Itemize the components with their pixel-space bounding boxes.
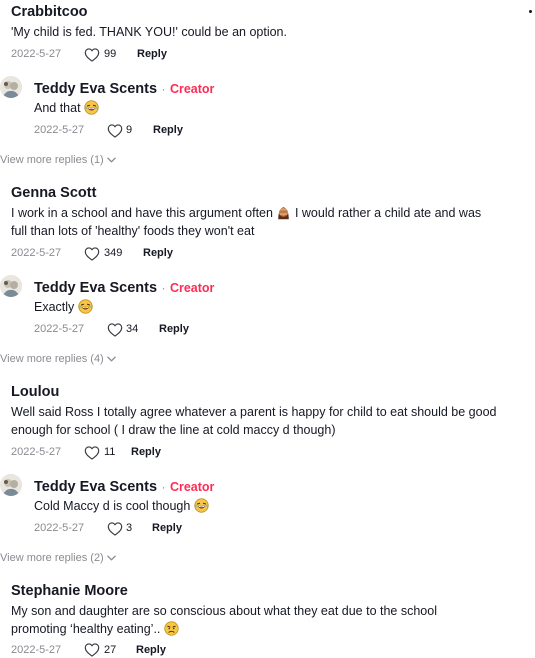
like-count: 3 (126, 522, 133, 534)
heart-icon[interactable] (84, 643, 100, 657)
reply-text-content: Exactly (34, 300, 75, 314)
laughing-emoji-icon (78, 299, 93, 314)
reply-date: 2022-5-27 (34, 323, 85, 335)
chevron-down-icon (107, 555, 116, 561)
disappointed-emoji-icon (164, 621, 179, 636)
view-more-label: View more replies (2) (0, 552, 104, 564)
comment-text-line: full than lots of 'healthy' foods they w… (11, 224, 255, 238)
reply-author-line: Teddy Eva Scents · Creator (34, 279, 214, 297)
comment-author[interactable]: Stephanie Moore (11, 583, 128, 599)
comment-date: 2022-5-27 (11, 247, 62, 259)
heart-icon[interactable] (107, 522, 123, 536)
reply-button[interactable]: Reply (153, 124, 183, 136)
comment-author[interactable]: Crabbitcoo (11, 4, 88, 20)
reply-author-line: Teddy Eva Scents · Creator (34, 80, 214, 98)
separator-dot: · (161, 281, 166, 295)
reply-button[interactable]: Reply (143, 247, 173, 259)
reply-text: Exactly (34, 298, 93, 316)
view-more-label: View more replies (4) (0, 353, 104, 365)
reply-author[interactable]: Teddy Eva Scents (34, 280, 157, 296)
comment-text-line: My son and daughter are so conscious abo… (11, 604, 437, 618)
comment-author[interactable]: Loulou (11, 384, 59, 400)
laughing-emoji-icon (84, 100, 99, 115)
creator-badge: Creator (169, 82, 215, 96)
avatar-image (0, 275, 22, 297)
heart-icon[interactable] (107, 323, 123, 337)
comment-author[interactable]: Genna Scott (11, 185, 96, 201)
comment-text: 'My child is fed. THANK YOU!' could be a… (11, 25, 287, 39)
comment-text-line: Well said Ross I totally agree whatever … (11, 405, 497, 419)
comment-text-part: promoting ‘healthy eating’.. (11, 622, 161, 636)
view-more-replies[interactable]: View more replies (2) (0, 552, 116, 564)
reply-text: Cold Maccy d is cool though (34, 497, 209, 515)
comment-date: 2022-5-27 (11, 446, 62, 458)
reply-text-content: Cold Maccy d is cool though (34, 499, 191, 513)
reply-button[interactable]: Reply (131, 446, 161, 458)
heart-icon[interactable] (84, 247, 100, 261)
view-more-label: View more replies (1) (0, 154, 104, 166)
like-count: 27 (104, 644, 117, 656)
reply-date: 2022-5-27 (34, 522, 85, 534)
like-count: 11 (104, 446, 116, 458)
avatar-image (0, 474, 22, 496)
separator-dot: · (161, 82, 166, 96)
reply-button[interactable]: Reply (152, 522, 182, 534)
reply-button[interactable]: Reply (137, 48, 167, 60)
view-more-replies[interactable]: View more replies (4) (0, 353, 116, 365)
heart-icon[interactable] (84, 48, 100, 62)
avatar[interactable] (0, 474, 22, 496)
comment-text: I work in a school and have this argumen… (11, 204, 481, 222)
heart-icon[interactable] (107, 124, 123, 138)
comment-text-part: I work in a school and have this argumen… (11, 206, 273, 220)
reply-author-line: Teddy Eva Scents · Creator (34, 478, 214, 496)
avatar[interactable] (0, 76, 22, 98)
chevron-down-icon (107, 157, 116, 163)
reply-button[interactable]: Reply (136, 644, 166, 656)
reply-button[interactable]: Reply (159, 323, 189, 335)
facepalm-emoji-icon (276, 205, 291, 220)
chevron-down-icon (107, 356, 116, 362)
reply-date: 2022-5-27 (34, 124, 85, 136)
heart-icon[interactable] (84, 446, 100, 460)
avatar[interactable] (0, 275, 22, 297)
comment-date: 2022-5-27 (11, 48, 62, 60)
more-options-dot[interactable] (529, 10, 532, 13)
avatar-image (0, 76, 22, 98)
separator-dot: · (161, 480, 166, 494)
like-count: 34 (126, 323, 139, 335)
comment-date: 2022-5-27 (11, 644, 62, 656)
comment-text: promoting ‘healthy eating’.. (11, 620, 179, 638)
like-count: 9 (126, 124, 133, 136)
view-more-replies[interactable]: View more replies (1) (0, 154, 116, 166)
reply-author[interactable]: Teddy Eva Scents (34, 81, 157, 97)
reply-text: And that (34, 99, 99, 117)
reply-text-content: And that (34, 101, 81, 115)
comment-text-part: I would rather a child ate and was (294, 206, 482, 220)
reply-author[interactable]: Teddy Eva Scents (34, 479, 157, 495)
laughing-emoji-icon (194, 498, 209, 513)
like-count: 349 (104, 247, 123, 259)
comment-text-line: enough for school ( I draw the line at c… (11, 423, 336, 437)
like-count: 99 (104, 48, 117, 60)
creator-badge: Creator (169, 480, 215, 494)
creator-badge: Creator (169, 281, 215, 295)
